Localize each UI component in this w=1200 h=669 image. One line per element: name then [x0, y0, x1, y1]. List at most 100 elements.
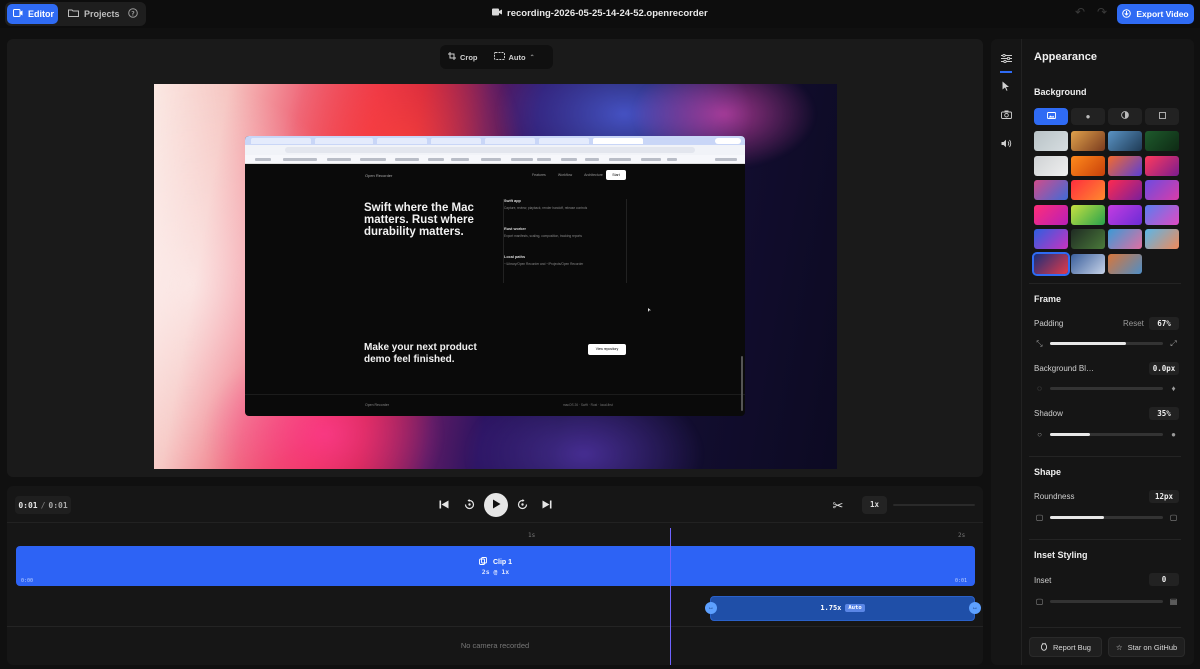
export-icon — [1122, 8, 1132, 20]
wallpaper-swatch[interactable] — [1071, 204, 1105, 225]
playback-speed-button[interactable]: 1x — [862, 496, 887, 514]
zoom-auto-badge: Auto — [845, 604, 865, 612]
browser-bookmarks-bar — [245, 155, 745, 164]
wallpaper-swatch[interactable] — [1032, 251, 1070, 276]
zoom-end-handle[interactable]: ↔ — [969, 602, 981, 614]
timeline-ruler[interactable] — [7, 522, 983, 540]
split-clip-button[interactable]: ✂ — [829, 497, 847, 515]
site-brand: Open Recorder — [365, 173, 393, 178]
wallpaper-swatch[interactable] — [1034, 155, 1068, 176]
roundness-value[interactable]: 12px — [1149, 490, 1179, 503]
star-on-github-button[interactable]: ☆ Star on GitHub — [1108, 637, 1185, 657]
shadow-value[interactable]: 35% — [1149, 407, 1179, 420]
inset-high-icon: ▤ — [1169, 597, 1178, 606]
site-footer-left: Open Recorder — [365, 403, 389, 407]
fast-forward-icon — [517, 499, 528, 513]
report-bug-label: Report Bug — [1053, 642, 1091, 652]
wallpaper-swatch[interactable] — [1108, 180, 1142, 200]
padding-value[interactable]: 67% — [1149, 317, 1179, 330]
wallpaper-swatch[interactable] — [1108, 131, 1142, 151]
image-icon — [1046, 112, 1056, 121]
report-bug-button[interactable]: Report Bug — [1029, 637, 1102, 657]
wallpaper-swatch[interactable] — [1145, 180, 1179, 200]
wallpaper-swatch[interactable] — [1034, 180, 1068, 200]
rewind-button[interactable] — [460, 497, 478, 515]
background-gradient-tab[interactable] — [1108, 108, 1142, 125]
question-circle-icon: ? — [128, 8, 138, 20]
audio-tab-button[interactable] — [996, 135, 1016, 155]
wallpaper-swatch[interactable] — [1034, 229, 1068, 249]
fast-forward-button[interactable] — [513, 497, 531, 515]
wallpaper-swatch[interactable] — [1034, 131, 1068, 151]
zoom-start-handle[interactable]: ↔ — [705, 602, 717, 614]
wallpaper-swatch[interactable] — [1108, 229, 1142, 249]
shrink-icon: ⤡ — [1036, 339, 1043, 348]
play-button[interactable] — [484, 493, 508, 517]
wallpaper-swatch[interactable] — [1071, 180, 1105, 200]
help-button[interactable]: ? — [124, 4, 142, 24]
rewind-icon — [464, 499, 475, 513]
roundness-slider[interactable] — [1050, 516, 1163, 519]
wallpaper-swatch[interactable] — [1145, 229, 1179, 249]
background-image-tab[interactable] — [1034, 108, 1068, 125]
ruler-tick-label: 2s — [958, 532, 966, 539]
playhead[interactable] — [670, 528, 671, 665]
inset-slider[interactable] — [1050, 600, 1163, 603]
editor-tab-button[interactable]: Editor — [7, 4, 58, 24]
mouse-cursor-icon — [648, 308, 651, 312]
wallpaper-swatch[interactable] — [1071, 229, 1105, 249]
projects-tab-label: Projects — [84, 9, 120, 19]
padding-label: Padding — [1034, 319, 1064, 328]
section-divider — [1029, 539, 1181, 540]
shadow-high-icon: ● — [1171, 430, 1176, 439]
skip-to-end-button[interactable] — [538, 497, 556, 515]
wallpaper-swatch[interactable] — [1034, 204, 1068, 225]
aspect-ratio-dropdown[interactable]: Auto ⌃ — [486, 52, 543, 62]
wallpaper-swatch[interactable] — [1071, 131, 1105, 151]
background-none-tab[interactable] — [1145, 108, 1179, 125]
wallpaper-swatch[interactable] — [1145, 204, 1179, 225]
color-icon: ● — [1085, 112, 1091, 121]
skip-back-icon — [439, 500, 449, 512]
redo-button[interactable]: ↷ — [1093, 5, 1111, 23]
export-video-button[interactable]: Export Video — [1117, 4, 1194, 24]
clip-subtitle: 2s @ 1x — [481, 568, 510, 576]
wallpaper-swatch[interactable] — [1108, 204, 1142, 225]
site-feature-desc: Capture, review, playback, render handof… — [504, 206, 588, 210]
undo-button[interactable]: ↶ — [1071, 5, 1089, 23]
shadow-slider[interactable] — [1050, 433, 1163, 436]
site-feature-desc: ~/Library/Open Recorder and ~/Projects/O… — [504, 262, 584, 266]
wallpaper-swatch[interactable] — [1145, 131, 1179, 151]
site-feature: Rust worker Export manifests, scaling, c… — [504, 227, 626, 238]
wallpaper-swatch[interactable] — [1071, 155, 1105, 176]
background-color-tab[interactable]: ● — [1071, 108, 1105, 125]
skip-forward-icon — [542, 500, 552, 512]
section-divider — [1029, 627, 1181, 628]
cursor-tab-button[interactable] — [996, 78, 1016, 98]
padding-slider[interactable] — [1050, 342, 1163, 345]
star-on-github-label: Star on GitHub — [1127, 642, 1178, 652]
inset-value[interactable]: 0 — [1149, 573, 1179, 586]
appearance-tab-button[interactable] — [996, 50, 1016, 70]
expand-icon: ⤢ — [1170, 339, 1177, 348]
projects-tab-button[interactable]: Projects — [62, 4, 120, 24]
shape-section-title: Shape — [1034, 467, 1062, 477]
skip-to-start-button[interactable] — [435, 497, 453, 515]
scissors-icon: ✂ — [832, 498, 844, 513]
wallpaper-swatch[interactable] — [1108, 253, 1142, 274]
zoom-level: 1.75x — [820, 604, 842, 612]
inset-label: Inset — [1034, 576, 1052, 585]
padding-reset-button[interactable]: Reset — [1123, 319, 1144, 328]
site-feature: Swift app Capture, review, playback, ren… — [504, 199, 626, 210]
wallpaper-swatch[interactable] — [1145, 155, 1179, 176]
wallpaper-swatch[interactable] — [1108, 155, 1142, 176]
browser-address-bar — [245, 145, 745, 155]
active-tab-indicator — [1000, 71, 1012, 73]
timeline-zoom-slider[interactable] — [893, 504, 975, 506]
crop-button[interactable]: Crop — [440, 52, 486, 62]
bug-icon — [1040, 642, 1048, 653]
camera-tab-button[interactable] — [996, 106, 1016, 126]
background-blur-value[interactable]: 0.0px — [1149, 362, 1179, 375]
background-blur-slider[interactable] — [1050, 387, 1163, 390]
wallpaper-swatch[interactable] — [1071, 253, 1105, 274]
